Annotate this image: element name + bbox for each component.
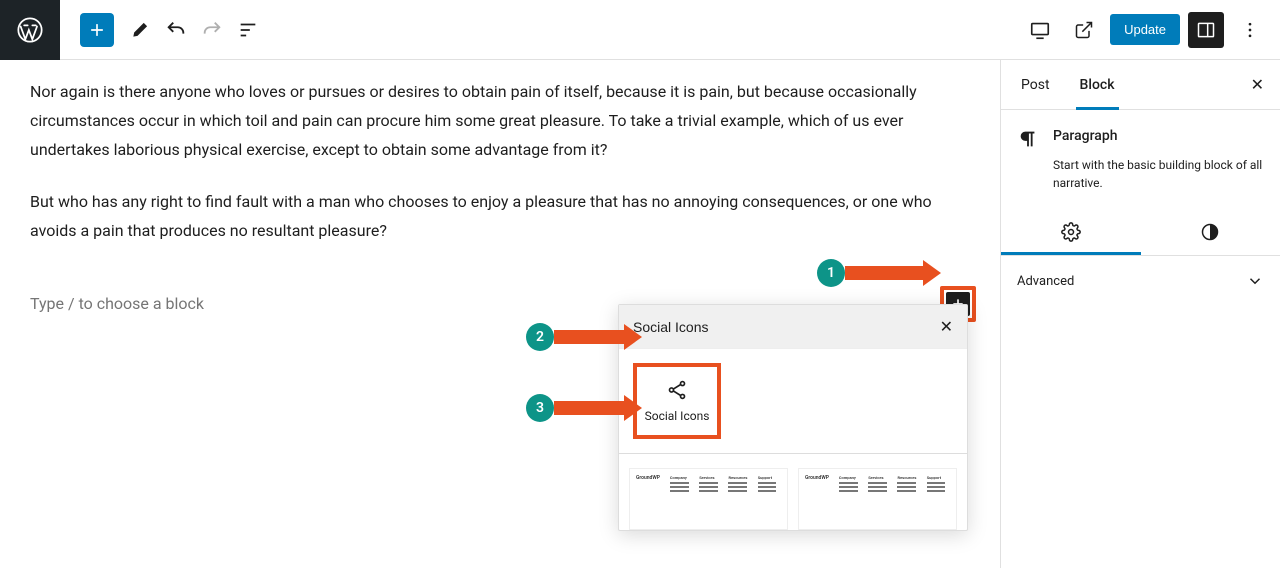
sub-tab-styles[interactable] — [1141, 208, 1280, 255]
block-description: Start with the basic building block of a… — [1001, 156, 1280, 208]
undo-button[interactable] — [158, 12, 194, 48]
paragraph-icon — [1017, 128, 1039, 150]
new-block-placeholder[interactable]: Type / to choose a block — [30, 294, 204, 313]
block-result-social-icons[interactable]: Social Icons — [633, 363, 721, 439]
gear-icon — [1061, 222, 1081, 242]
settings-sidebar: Post Block ✕ Paragraph Start with the ba… — [1000, 60, 1280, 568]
tab-post[interactable]: Post — [1017, 60, 1054, 110]
inserter-clear-icon[interactable]: ✕ — [940, 317, 953, 336]
annotation-badge: 1 — [817, 259, 845, 287]
advanced-section-toggle[interactable]: Advanced — [1001, 256, 1280, 306]
tab-block[interactable]: Block — [1076, 60, 1119, 110]
sub-tab-settings[interactable] — [1001, 208, 1141, 255]
annotation-callout: 1 — [817, 259, 941, 287]
contrast-icon — [1200, 222, 1220, 242]
inserter-search-input[interactable] — [633, 319, 893, 335]
editor-canvas: Nor again is there anyone who loves or p… — [0, 60, 1000, 568]
share-icon — [666, 379, 688, 401]
document-overview-icon[interactable] — [230, 12, 266, 48]
view-desktop-icon[interactable] — [1022, 12, 1058, 48]
settings-panel-toggle[interactable] — [1188, 12, 1224, 48]
close-sidebar-icon[interactable]: ✕ — [1251, 75, 1264, 94]
edit-tool-icon[interactable] — [122, 12, 158, 48]
annotation-callout: 2 — [526, 323, 642, 351]
paragraph-block[interactable]: Nor again is there anyone who loves or p… — [30, 78, 960, 164]
top-toolbar: Update — [0, 0, 1280, 60]
inserter-patterns-preview: GroundWP Company Services Resources Supp… — [619, 453, 967, 530]
advanced-label: Advanced — [1017, 274, 1074, 289]
block-result-label: Social Icons — [645, 409, 710, 423]
block-inserter-toggle[interactable] — [80, 13, 114, 47]
wordpress-logo[interactable] — [0, 0, 60, 60]
paragraph-block[interactable]: But who has any right to find fault with… — [30, 188, 960, 246]
block-title: Paragraph — [1053, 128, 1118, 144]
more-options-button[interactable] — [1232, 12, 1268, 48]
external-link-icon[interactable] — [1066, 12, 1102, 48]
update-button[interactable]: Update — [1110, 14, 1180, 45]
chevron-down-icon — [1246, 272, 1264, 290]
annotation-badge: 2 — [526, 323, 554, 351]
block-inserter-popover: ✕ Social Icons GroundWP Company Services… — [618, 304, 968, 531]
redo-button[interactable] — [194, 12, 230, 48]
pattern-preview[interactable]: GroundWP Company Services Resources Supp… — [798, 468, 957, 530]
annotation-badge: 3 — [526, 394, 554, 422]
pattern-preview[interactable]: GroundWP Company Services Resources Supp… — [629, 468, 788, 530]
annotation-callout: 3 — [526, 394, 642, 422]
